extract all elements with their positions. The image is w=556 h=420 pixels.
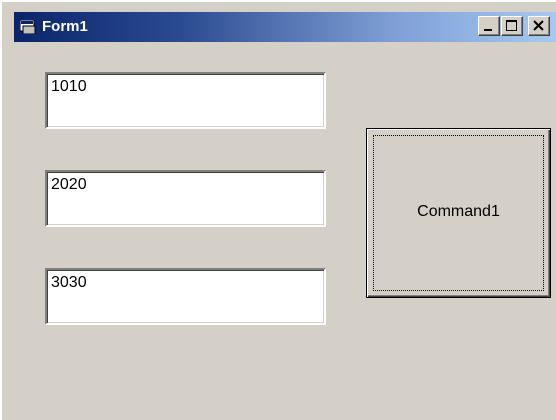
close-icon — [533, 20, 544, 31]
maximize-button[interactable] — [501, 16, 523, 36]
close-button[interactable] — [528, 16, 550, 36]
textbox-1[interactable]: 1010 — [45, 72, 326, 129]
maximize-icon — [506, 20, 517, 31]
title-bar[interactable]: Form1 — [14, 12, 556, 42]
app-icon[interactable] — [19, 19, 36, 35]
window-title: Form1 — [42, 18, 88, 35]
command1-button[interactable]: Command1 — [366, 128, 551, 298]
minimize-button[interactable] — [478, 16, 500, 36]
command1-label: Command1 — [417, 203, 500, 220]
form-window: Form1 1010 2020 3030 Command1 — [0, 0, 556, 420]
minimize-icon — [484, 29, 492, 31]
textbox-3[interactable]: 3030 — [45, 268, 326, 325]
textbox-2[interactable]: 2020 — [45, 170, 326, 227]
